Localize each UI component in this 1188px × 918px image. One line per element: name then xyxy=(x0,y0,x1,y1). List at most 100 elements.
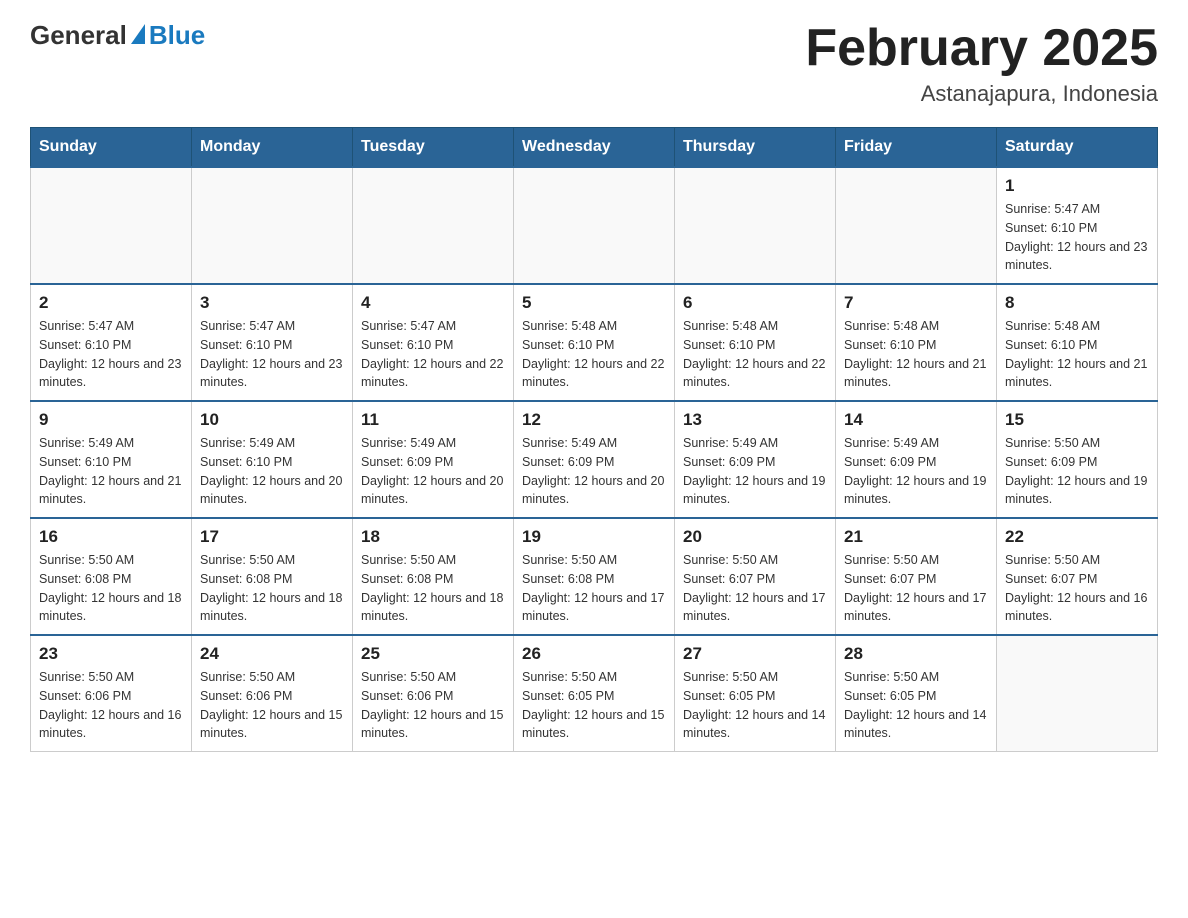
day-number: 9 xyxy=(39,410,183,430)
calendar-cell: 11 Sunrise: 5:49 AMSunset: 6:09 PMDayligh… xyxy=(353,401,514,518)
calendar-cell: 7Sunrise: 5:48 AMSunset: 6:10 PMDaylight… xyxy=(836,284,997,401)
calendar-cell: 22Sunrise: 5:50 AMSunset: 6:07 PMDayligh… xyxy=(997,518,1158,635)
day-number: 28 xyxy=(844,644,988,664)
calendar-cell: 27Sunrise: 5:50 AMSunset: 6:05 PMDayligh… xyxy=(675,635,836,752)
weekday-header-row: SundayMondayTuesdayWednesdayThursdayFrid… xyxy=(31,128,1158,168)
day-info: Sunrise: 5:50 AMSunset: 6:06 PMDaylight:… xyxy=(200,668,344,743)
calendar-title: February 2025 xyxy=(805,20,1158,77)
day-number: 11 xyxy=(361,410,505,430)
day-info: Sunrise: 5:50 AMSunset: 6:09 PMDaylight:… xyxy=(1005,434,1149,509)
logo-text-blue: Blue xyxy=(149,20,205,51)
calendar-cell: 16 Sunrise: 5:50 AMSunset: 6:08 PMDayligh… xyxy=(31,518,192,635)
calendar-cell: 21 Sunrise: 5:50 AMSunset: 6:07 PMDayligh… xyxy=(836,518,997,635)
day-info: Sunrise: 5:47 AMSunset: 6:10 PMDaylight:… xyxy=(39,317,183,392)
week-row-1: 1 Sunrise: 5:47 AMSunset: 6:10 PMDaylight… xyxy=(31,167,1158,284)
calendar-cell: 12 Sunrise: 5:49 AMSunset: 6:09 PMDayligh… xyxy=(514,401,675,518)
weekday-header-friday: Friday xyxy=(836,128,997,168)
week-row-2: 2 Sunrise: 5:47 AMSunset: 6:10 PMDaylight… xyxy=(31,284,1158,401)
day-number: 13 xyxy=(683,410,827,430)
calendar-cell: 23Sunrise: 5:50 AMSunset: 6:06 PMDayligh… xyxy=(31,635,192,752)
day-info: Sunrise: 5:50 AMSunset: 6:08 PMDaylight:… xyxy=(200,551,344,626)
calendar-cell: 3 Sunrise: 5:47 AMSunset: 6:10 PMDaylight… xyxy=(192,284,353,401)
day-info: Sunrise: 5:50 AMSunset: 6:08 PMDaylight:… xyxy=(522,551,666,626)
calendar-cell xyxy=(836,167,997,284)
day-number: 21 xyxy=(844,527,988,547)
day-number: 27 xyxy=(683,644,827,664)
day-number: 22 xyxy=(1005,527,1149,547)
calendar-subtitle: Astanajapura, Indonesia xyxy=(805,81,1158,107)
day-info: Sunrise: 5:50 AMSunset: 6:05 PMDaylight:… xyxy=(844,668,988,743)
day-number: 24 xyxy=(200,644,344,664)
day-number: 10 xyxy=(200,410,344,430)
day-info: Sunrise: 5:47 AMSunset: 6:10 PMDaylight:… xyxy=(200,317,344,392)
calendar-cell: 1 Sunrise: 5:47 AMSunset: 6:10 PMDaylight… xyxy=(997,167,1158,284)
day-number: 19 xyxy=(522,527,666,547)
day-number: 3 xyxy=(200,293,344,313)
day-info: Sunrise: 5:49 AMSunset: 6:09 PMDaylight:… xyxy=(844,434,988,509)
day-info: Sunrise: 5:48 AMSunset: 6:10 PMDaylight:… xyxy=(522,317,666,392)
calendar-cell: 10 Sunrise: 5:49 AMSunset: 6:10 PMDayligh… xyxy=(192,401,353,518)
day-info: Sunrise: 5:49 AMSunset: 6:09 PMDaylight:… xyxy=(683,434,827,509)
calendar-cell: 26 Sunrise: 5:50 AMSunset: 6:05 PMDayligh… xyxy=(514,635,675,752)
day-info: Sunrise: 5:50 AMSunset: 6:06 PMDaylight:… xyxy=(361,668,505,743)
day-info: Sunrise: 5:50 AMSunset: 6:05 PMDaylight:… xyxy=(522,668,666,743)
day-number: 12 xyxy=(522,410,666,430)
page-header: General Blue February 2025 Astanajapura,… xyxy=(30,20,1158,107)
day-info: Sunrise: 5:49 AMSunset: 6:09 PMDaylight:… xyxy=(361,434,505,509)
calendar-cell: 6Sunrise: 5:48 AMSunset: 6:10 PMDaylight… xyxy=(675,284,836,401)
day-info: Sunrise: 5:50 AMSunset: 6:08 PMDaylight:… xyxy=(39,551,183,626)
calendar-cell xyxy=(514,167,675,284)
day-number: 2 xyxy=(39,293,183,313)
weekday-header-tuesday: Tuesday xyxy=(353,128,514,168)
day-number: 16 xyxy=(39,527,183,547)
logo-text-general: General xyxy=(30,20,127,51)
title-area: February 2025 Astanajapura, Indonesia xyxy=(805,20,1158,107)
calendar-cell: 9 Sunrise: 5:49 AMSunset: 6:10 PMDaylight… xyxy=(31,401,192,518)
day-number: 8 xyxy=(1005,293,1149,313)
day-number: 1 xyxy=(1005,176,1149,196)
calendar-cell xyxy=(192,167,353,284)
week-row-3: 9 Sunrise: 5:49 AMSunset: 6:10 PMDaylight… xyxy=(31,401,1158,518)
day-info: Sunrise: 5:48 AMSunset: 6:10 PMDaylight:… xyxy=(844,317,988,392)
day-number: 17 xyxy=(200,527,344,547)
calendar-cell: 25 Sunrise: 5:50 AMSunset: 6:06 PMDayligh… xyxy=(353,635,514,752)
calendar-cell: 8 Sunrise: 5:48 AMSunset: 6:10 PMDaylight… xyxy=(997,284,1158,401)
calendar-cell xyxy=(997,635,1158,752)
weekday-header-wednesday: Wednesday xyxy=(514,128,675,168)
calendar-cell xyxy=(353,167,514,284)
calendar-cell: 15 Sunrise: 5:50 AMSunset: 6:09 PMDayligh… xyxy=(997,401,1158,518)
calendar-table: SundayMondayTuesdayWednesdayThursdayFrid… xyxy=(30,127,1158,752)
day-info: Sunrise: 5:50 AMSunset: 6:07 PMDaylight:… xyxy=(683,551,827,626)
day-info: Sunrise: 5:50 AMSunset: 6:07 PMDaylight:… xyxy=(844,551,988,626)
day-number: 15 xyxy=(1005,410,1149,430)
calendar-cell: 24 Sunrise: 5:50 AMSunset: 6:06 PMDayligh… xyxy=(192,635,353,752)
calendar-cell: 20 Sunrise: 5:50 AMSunset: 6:07 PMDayligh… xyxy=(675,518,836,635)
calendar-cell: 19 Sunrise: 5:50 AMSunset: 6:08 PMDayligh… xyxy=(514,518,675,635)
day-info: Sunrise: 5:49 AMSunset: 6:10 PMDaylight:… xyxy=(200,434,344,509)
day-number: 25 xyxy=(361,644,505,664)
day-info: Sunrise: 5:47 AMSunset: 6:10 PMDaylight:… xyxy=(1005,200,1149,275)
day-number: 26 xyxy=(522,644,666,664)
calendar-cell: 18Sunrise: 5:50 AMSunset: 6:08 PMDayligh… xyxy=(353,518,514,635)
day-info: Sunrise: 5:48 AMSunset: 6:10 PMDaylight:… xyxy=(1005,317,1149,392)
day-info: Sunrise: 5:49 AMSunset: 6:09 PMDaylight:… xyxy=(522,434,666,509)
week-row-5: 23Sunrise: 5:50 AMSunset: 6:06 PMDayligh… xyxy=(31,635,1158,752)
day-number: 14 xyxy=(844,410,988,430)
weekday-header-sunday: Sunday xyxy=(31,128,192,168)
week-row-4: 16 Sunrise: 5:50 AMSunset: 6:08 PMDayligh… xyxy=(31,518,1158,635)
calendar-cell xyxy=(31,167,192,284)
day-info: Sunrise: 5:47 AMSunset: 6:10 PMDaylight:… xyxy=(361,317,505,392)
calendar-cell xyxy=(675,167,836,284)
day-number: 5 xyxy=(522,293,666,313)
day-info: Sunrise: 5:48 AMSunset: 6:10 PMDaylight:… xyxy=(683,317,827,392)
weekday-header-monday: Monday xyxy=(192,128,353,168)
weekday-header-thursday: Thursday xyxy=(675,128,836,168)
calendar-cell: 13 Sunrise: 5:49 AMSunset: 6:09 PMDayligh… xyxy=(675,401,836,518)
day-number: 18 xyxy=(361,527,505,547)
day-info: Sunrise: 5:49 AMSunset: 6:10 PMDaylight:… xyxy=(39,434,183,509)
calendar-cell: 2 Sunrise: 5:47 AMSunset: 6:10 PMDaylight… xyxy=(31,284,192,401)
day-number: 20 xyxy=(683,527,827,547)
weekday-header-saturday: Saturday xyxy=(997,128,1158,168)
calendar-cell: 14 Sunrise: 5:49 AMSunset: 6:09 PMDayligh… xyxy=(836,401,997,518)
calendar-cell: 28 Sunrise: 5:50 AMSunset: 6:05 PMDayligh… xyxy=(836,635,997,752)
